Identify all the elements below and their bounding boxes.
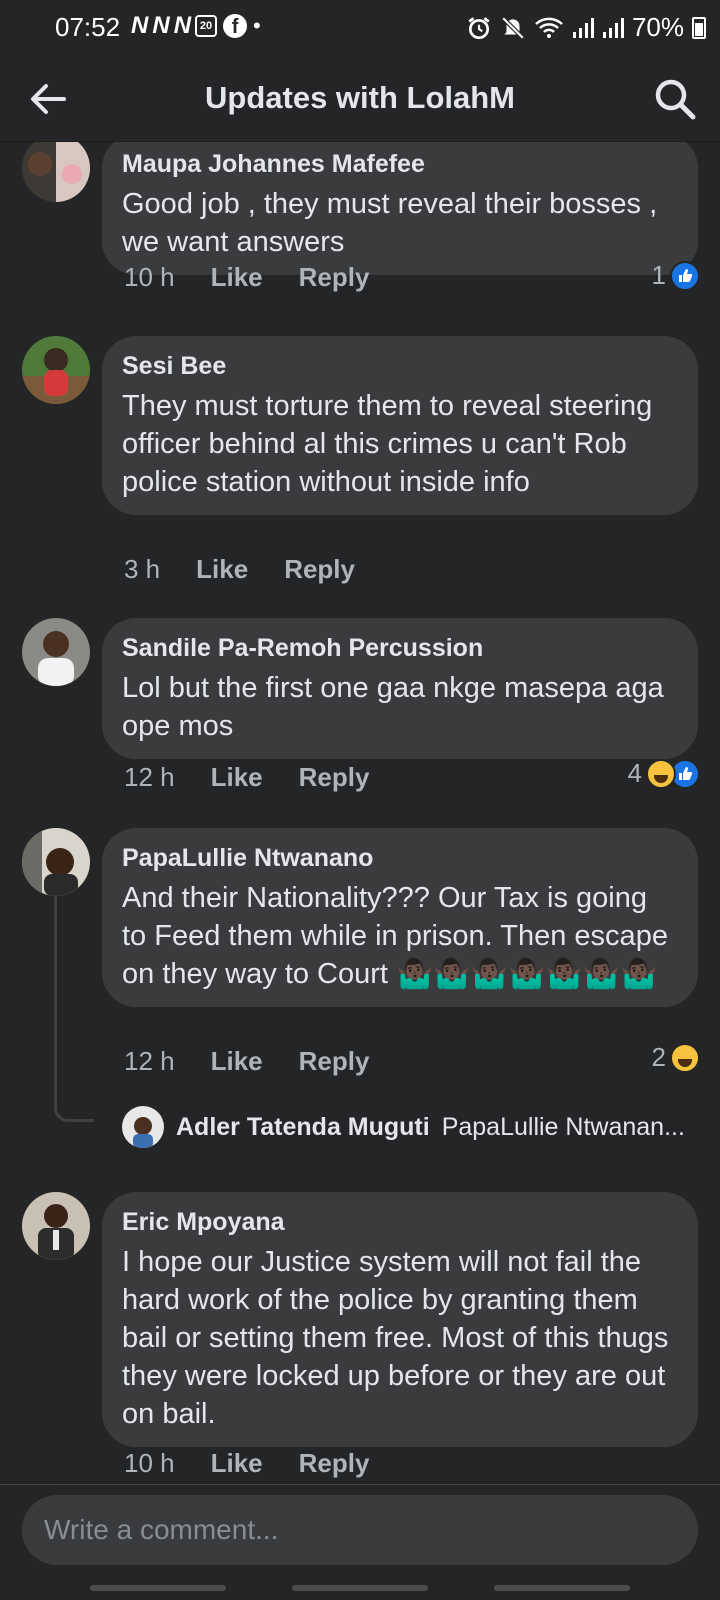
comment-bubble[interactable]: Maupa Johannes Mafefee Good job , they m… <box>102 142 698 275</box>
status-time: 07:52 <box>55 12 121 42</box>
nav-bar-indicator <box>494 1585 630 1591</box>
haha-reaction-icon <box>646 758 676 789</box>
nav-bar-indicator <box>90 1585 226 1591</box>
comment-text: They must torture them to reveal steerin… <box>122 390 653 498</box>
comment-composer-bar: Write a comment... <box>0 1484 720 1600</box>
reply-button[interactable]: Reply <box>299 762 370 793</box>
status-bar: 07:52 N N N 20 f • 70% <box>0 0 720 56</box>
comment-input[interactable]: Write a comment... <box>22 1495 698 1565</box>
like-button[interactable]: Like <box>196 554 248 585</box>
avatar[interactable] <box>22 142 90 202</box>
comment-bubble[interactable]: Sandile Pa-Remoh Percussion Lol but the … <box>102 618 698 759</box>
comment-actions: 12 h Like Reply <box>124 1046 369 1077</box>
nav-bar-indicator <box>292 1585 428 1591</box>
reaction-count: 1 <box>651 260 666 290</box>
signal-icon <box>602 17 624 38</box>
mute-icon <box>501 16 525 39</box>
page-title: Updates with LolahM <box>205 80 515 115</box>
notification-n-icon: N <box>152 12 169 39</box>
comment-author[interactable]: Eric Mpoyana <box>122 1208 678 1237</box>
comment-actions: 3 h Like Reply <box>124 554 355 585</box>
reply-author[interactable]: Adler Tatenda Muguti <box>176 1113 430 1142</box>
reaction-summary[interactable]: 4 <box>628 758 700 789</box>
reply-button[interactable]: Reply <box>299 262 370 293</box>
comment-author[interactable]: Maupa Johannes Mafefee <box>122 150 678 179</box>
system-icons: 70% <box>466 12 706 43</box>
comment-time: 10 h <box>124 262 175 292</box>
search-icon[interactable] <box>652 76 698 122</box>
reaction-count: 2 <box>651 1042 666 1072</box>
avatar[interactable] <box>22 336 90 404</box>
notification-n-icon: N <box>131 12 148 39</box>
battery-percent: 70% <box>631 12 684 42</box>
comment-bubble[interactable]: PapaLullie Ntwanano And their Nationalit… <box>102 828 698 1007</box>
avatar[interactable] <box>122 1106 164 1148</box>
comment-time: 12 h <box>124 1046 175 1076</box>
comment-time: 3 h <box>124 554 161 584</box>
haha-reaction-icon <box>670 1042 700 1073</box>
like-reaction-icon <box>670 260 700 291</box>
avatar[interactable] <box>22 828 90 896</box>
comment-bubble[interactable]: Sesi Bee They must torture them to revea… <box>102 336 698 515</box>
reply-text: PapaLullie Ntwanan... <box>441 1112 685 1141</box>
reply-button[interactable]: Reply <box>299 1448 370 1479</box>
comment-actions: 12 h Like Reply <box>124 762 369 793</box>
alarm-icon <box>468 16 490 39</box>
calendar-icon: 20 <box>195 15 218 37</box>
comment-text: I hope our Justice system will not fail … <box>122 1246 669 1430</box>
reply-preview[interactable]: Adler Tatenda Muguti PapaLullie Ntwanan.… <box>122 1106 685 1148</box>
reaction-count: 4 <box>627 758 642 788</box>
comment-text: Good job , they must reveal their bosses… <box>122 188 658 258</box>
thread-connector <box>54 886 94 1122</box>
comment-actions: 10 h Like Reply <box>124 1448 369 1479</box>
comment-text: And their Nationality??? Our Tax is goin… <box>122 879 678 993</box>
like-button[interactable]: Like <box>211 1448 263 1479</box>
shrug-emojis: 🤷🏿‍♂️🤷🏿‍♂️🤷🏿‍♂️🤷🏿‍♂️🤷🏿‍♂️🤷🏿‍♂️🤷🏿‍♂️ <box>396 957 658 990</box>
facebook-icon: f <box>223 14 248 38</box>
wifi-icon <box>535 17 563 38</box>
comment-actions: 10 h Like Reply <box>124 262 369 293</box>
comment-text: Lol but the first one gaa nkge masepa ag… <box>122 672 664 742</box>
app-header: Updates with LolahM <box>0 56 720 142</box>
reaction-summary[interactable]: 1 <box>652 260 700 291</box>
like-button[interactable]: Like <box>211 262 263 293</box>
battery-icon <box>692 16 706 39</box>
comment-author[interactable]: Sesi Bee <box>122 352 678 381</box>
notification-n-icon: N <box>173 12 191 39</box>
comments-feed[interactable]: Maupa Johannes Mafefee Good job , they m… <box>0 142 720 1484</box>
like-button[interactable]: Like <box>211 762 263 793</box>
comment-time: 10 h <box>124 1448 175 1478</box>
comment-bubble[interactable]: Eric Mpoyana I hope our Justice system w… <box>102 1192 698 1447</box>
comment-time: 12 h <box>124 762 175 792</box>
like-button[interactable]: Like <box>211 1046 263 1077</box>
reply-button[interactable]: Reply <box>284 554 355 585</box>
comment-author[interactable]: PapaLullie Ntwanano <box>122 844 678 873</box>
comment-author[interactable]: Sandile Pa-Remoh Percussion <box>122 634 678 663</box>
avatar[interactable] <box>22 1192 90 1260</box>
more-notifications-dot-icon: • <box>253 13 261 38</box>
reply-button[interactable]: Reply <box>299 1046 370 1077</box>
signal-icon <box>572 17 594 38</box>
notification-icons: N N N 20 f • <box>131 12 261 40</box>
reaction-summary[interactable]: 2 <box>652 1042 700 1073</box>
avatar[interactable] <box>22 618 90 686</box>
